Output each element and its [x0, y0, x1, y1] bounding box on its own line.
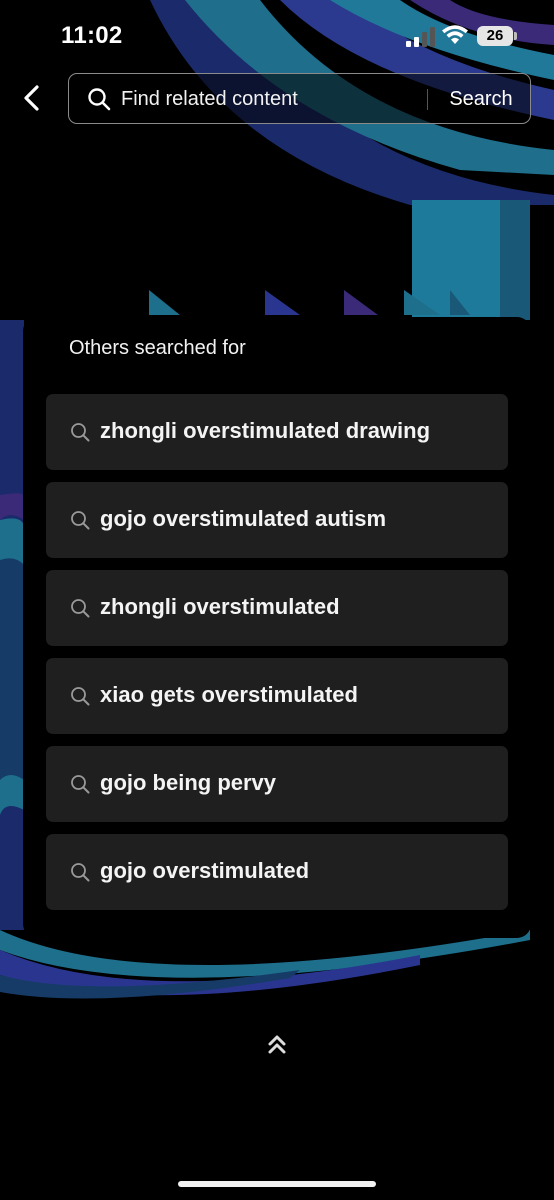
suggestion-item[interactable]: gojo overstimulated [46, 834, 508, 910]
home-indicator[interactable] [178, 1181, 376, 1187]
suggestion-label: xiao gets overstimulated [100, 682, 358, 707]
search-icon [71, 511, 90, 530]
suggestion-label: zhongli overstimulated [100, 594, 340, 619]
status-bar: 11:02 26 [0, 0, 554, 70]
panel-title: Others searched for [69, 337, 246, 359]
suggestion-label: gojo overstimulated autism [100, 506, 387, 531]
search-input[interactable] [121, 82, 421, 116]
cellular-signal-icon [406, 27, 435, 47]
search-icon [71, 599, 90, 618]
search-icon [71, 775, 90, 794]
suggestion-item[interactable]: gojo being pervy [46, 746, 508, 822]
wifi-icon [442, 25, 468, 44]
suggestion-label: zhongli overstimulated drawing [100, 418, 431, 443]
double-chevron-up-icon [268, 1035, 286, 1054]
search-icon [71, 687, 90, 706]
search-icon [88, 88, 111, 111]
suggestion-label: gojo being pervy [100, 770, 277, 795]
suggestion-item[interactable]: gojo overstimulated autism [46, 482, 508, 558]
search-button[interactable]: Search [437, 82, 525, 116]
others-searched-panel: Others searched for zhongli overstimulat… [23, 317, 531, 938]
search-icon [71, 863, 90, 882]
chevron-left-icon [24, 85, 39, 111]
back-button[interactable] [14, 80, 50, 116]
search-icon [71, 423, 90, 442]
suggestion-item[interactable]: zhongli overstimulated [46, 570, 508, 646]
battery-indicator: 26 [477, 26, 517, 46]
collapse-button[interactable] [263, 1030, 291, 1060]
status-time: 11:02 [61, 22, 123, 49]
search-divider [427, 89, 428, 110]
suggestion-item[interactable]: zhongli overstimulated drawing [46, 394, 508, 470]
suggestion-item[interactable]: xiao gets overstimulated [46, 658, 508, 734]
search-bar: Search [68, 73, 531, 124]
suggestion-label: gojo overstimulated [100, 858, 310, 883]
screen: 11:02 26 Search Others searched for [0, 0, 554, 1200]
